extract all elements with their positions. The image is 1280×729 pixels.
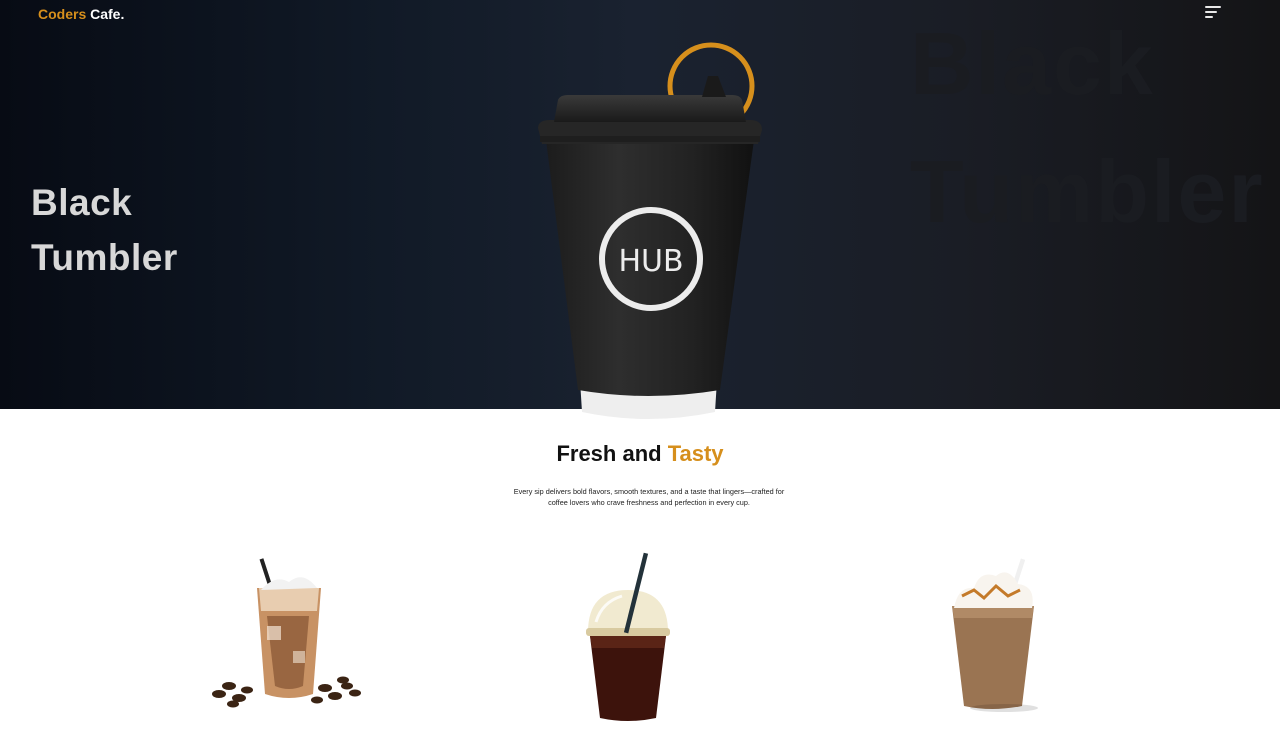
section-title-accent: Tasty: [667, 441, 724, 466]
hero-title-line1: Black: [31, 182, 133, 223]
hamburger-menu-icon[interactable]: [1205, 6, 1223, 20]
section-title: Fresh and Tasty: [0, 441, 1280, 467]
site-logo[interactable]: Coders Cafe.: [38, 6, 124, 22]
hero-background-text: Black Tumbler: [910, 14, 1265, 241]
logo-second-word: Cafe.: [90, 6, 125, 22]
section-description: Every sip delivers bold flavors, smooth …: [513, 487, 785, 507]
caramel-frappe-image[interactable]: [944, 556, 1044, 716]
iced-americano-image[interactable]: [582, 552, 674, 724]
hero-title: Black Tumbler: [31, 175, 178, 285]
black-tumbler-image: HUB: [530, 40, 770, 425]
logo-first-word: Coders: [38, 6, 87, 22]
iced-latte-image[interactable]: [205, 556, 365, 716]
section-title-main: Fresh and: [556, 441, 662, 466]
hero-title-line2: Tumbler: [31, 237, 178, 278]
cup-brand-text: HUB: [618, 244, 683, 279]
